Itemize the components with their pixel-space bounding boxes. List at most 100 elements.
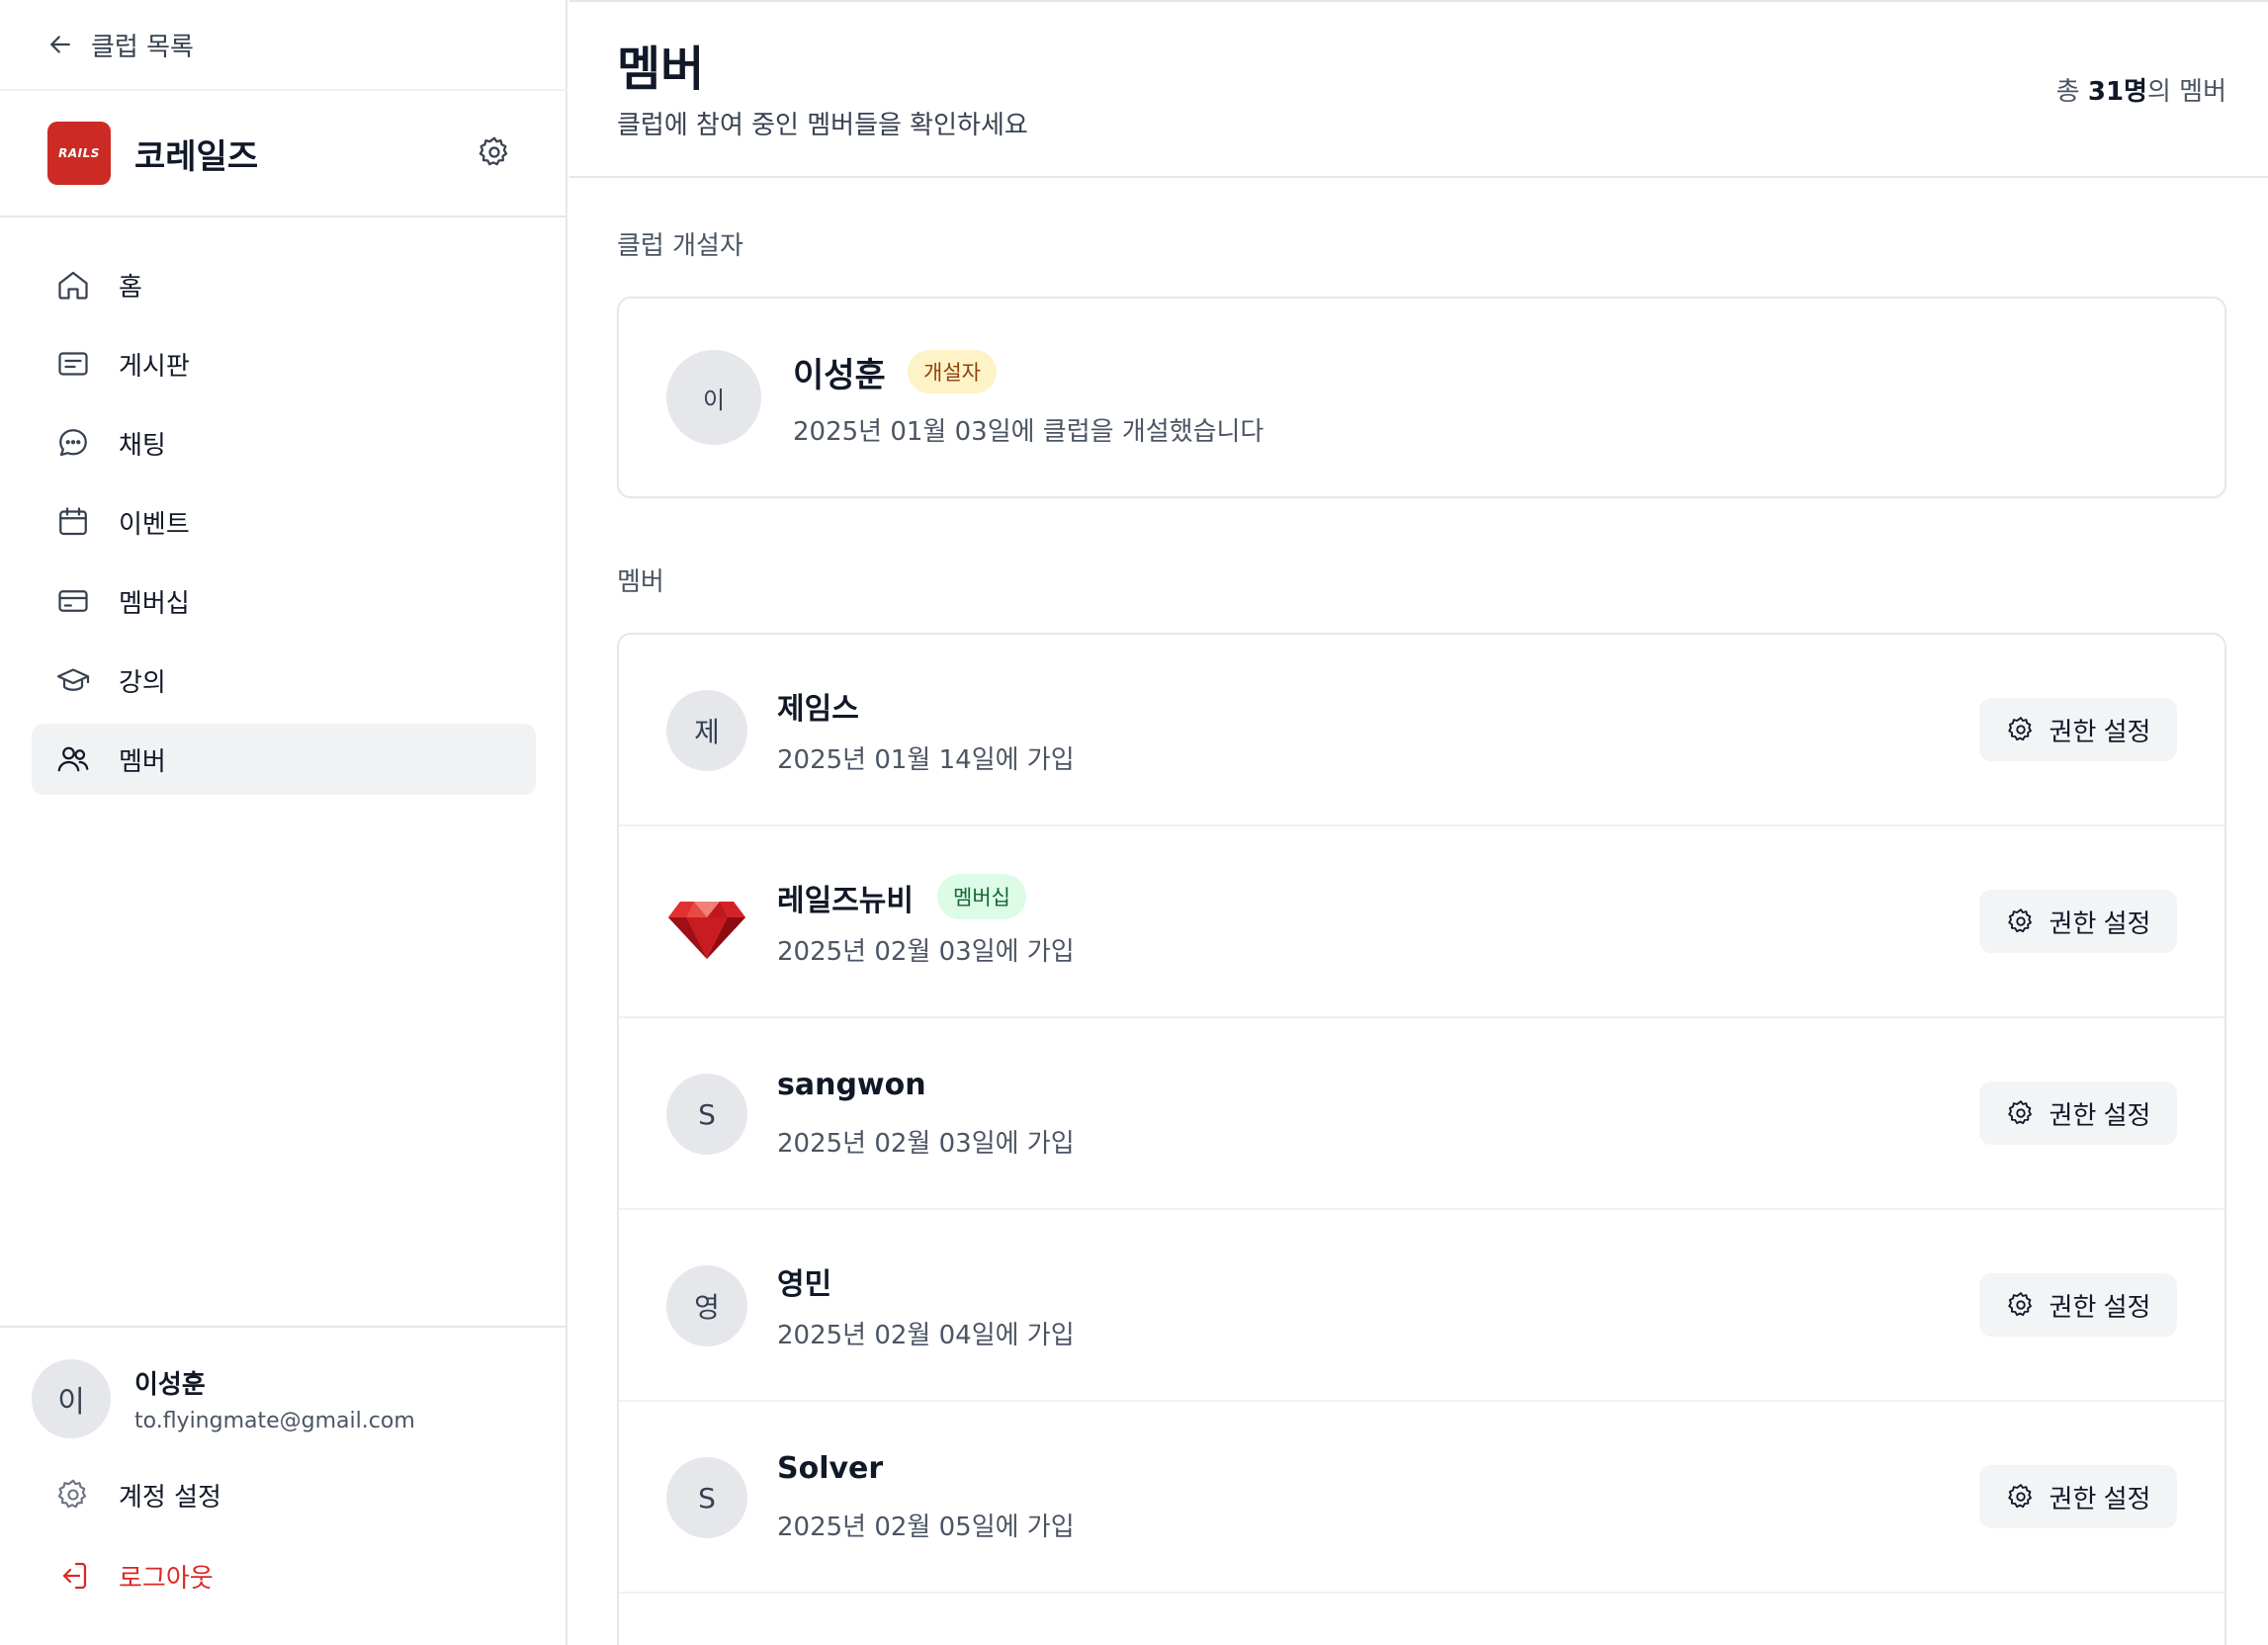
founder-card: 이 이성훈 개설자 2025년 01월 03일에 클럽을 개설했습니다 bbox=[617, 297, 2226, 498]
sidebar-item-label: 멤버십 bbox=[119, 588, 190, 619]
sidebar-item-label: 이벤트 bbox=[119, 509, 190, 540]
sidebar-item-label: 게시판 bbox=[119, 351, 190, 382]
member-join-date: 2025년 02월 05일에 가입 bbox=[777, 1513, 1075, 1542]
back-link-label: 클럽 목록 bbox=[91, 32, 194, 62]
club-name: 코레일즈 bbox=[134, 136, 259, 177]
list-item: 레일즈뉴비 멤버십 2025년 02월 03일에 가입 권한 설정 bbox=[619, 826, 2224, 1018]
gear-icon bbox=[2007, 1292, 2032, 1317]
permission-settings-label: 권한 설정 bbox=[2049, 1099, 2151, 1130]
club-settings-gear-icon[interactable] bbox=[477, 134, 512, 170]
permission-settings-label: 권한 설정 bbox=[2049, 716, 2151, 746]
avatar: S bbox=[666, 1074, 747, 1155]
sidebar-item-home[interactable]: 홈 bbox=[32, 249, 536, 320]
sidebar-item-courses[interactable]: 강의 bbox=[32, 645, 536, 716]
account-settings-label: 계정 설정 bbox=[119, 1482, 221, 1513]
gear-icon bbox=[2007, 717, 2032, 741]
member-list: 제 제임스 2025년 01월 14일에 가입 권한 설정 레일즈뉴비 멤버십 … bbox=[617, 633, 2226, 1645]
member-join-date: 2025년 02월 03일에 가입 bbox=[777, 1129, 1075, 1159]
logout-link[interactable]: 로그아웃 bbox=[55, 1552, 214, 1600]
club-logo[interactable]: RAILS bbox=[47, 122, 111, 185]
graduation-cap-icon bbox=[56, 668, 90, 691]
sidebar-item-label: 홈 bbox=[119, 272, 142, 303]
founder-badge: 개설자 bbox=[908, 350, 997, 393]
founder-name: 이성훈 bbox=[793, 356, 886, 395]
logout-label: 로그아웃 bbox=[119, 1563, 214, 1594]
divider bbox=[569, 0, 2268, 2]
avatar: 이 bbox=[32, 1359, 111, 1438]
logout-icon bbox=[62, 1562, 87, 1590]
club-logo-text: RAILS bbox=[58, 146, 100, 160]
users-icon bbox=[57, 746, 89, 772]
member-name: 레일즈뉴비 bbox=[777, 884, 914, 918]
back-to-club-list-link[interactable]: 클럽 목록 bbox=[45, 22, 194, 67]
gear-icon bbox=[57, 1479, 87, 1509]
gear-icon bbox=[2007, 1100, 2032, 1125]
list-item: 제 제임스 2025년 01월 14일에 가입 권한 설정 bbox=[619, 635, 2224, 826]
membership-badge: 멤버십 bbox=[937, 874, 1026, 919]
avatar bbox=[666, 882, 747, 963]
permission-settings-label: 권한 설정 bbox=[2049, 1291, 2151, 1322]
divider bbox=[0, 216, 567, 217]
member-total-count: 총 31명의 멤버 bbox=[2056, 71, 2226, 108]
permission-settings-button[interactable]: 권한 설정 bbox=[1979, 890, 2177, 953]
page-subtitle: 클럽에 참여 중인 멤버들을 확인하세요 bbox=[617, 111, 1028, 140]
sidebar-nav: 홈 게시판 채팅 이벤트 멤버십 강의 멤버 bbox=[32, 249, 536, 803]
account-settings-link[interactable]: 계정 설정 bbox=[55, 1471, 221, 1518]
member-join-date: 2025년 02월 04일에 가입 bbox=[777, 1321, 1075, 1350]
user-name: 이성훈 bbox=[134, 1370, 206, 1400]
club-header: RAILS 코레일즈 bbox=[47, 121, 512, 186]
list-item: S Solver 2025년 02월 05일에 가입 권한 설정 bbox=[619, 1402, 2224, 1594]
founder-date: 2025년 01월 03일에 클럽을 개설했습니다 bbox=[793, 417, 1265, 447]
sidebar-item-board[interactable]: 게시판 bbox=[32, 328, 536, 399]
permission-settings-button[interactable]: 권한 설정 bbox=[1979, 1082, 2177, 1145]
board-icon bbox=[58, 352, 88, 376]
member-name: sangwon bbox=[777, 1068, 926, 1102]
avatar: 이 bbox=[666, 350, 761, 445]
main-content: 멤버 클럽에 참여 중인 멤버들을 확인하세요 총 31명의 멤버 클럽 개설자… bbox=[569, 0, 2268, 1645]
calendar-icon bbox=[59, 507, 87, 536]
permission-settings-label: 권한 설정 bbox=[2049, 908, 2151, 938]
sidebar-item-label: 채팅 bbox=[119, 430, 166, 461]
sidebar-item-events[interactable]: 이벤트 bbox=[32, 486, 536, 558]
total-count-number: 31명 bbox=[2087, 77, 2147, 107]
gear-icon bbox=[2007, 909, 2032, 933]
total-prefix: 총 bbox=[2055, 77, 2088, 107]
permission-settings-button[interactable]: 권한 설정 bbox=[1979, 1273, 2177, 1337]
permission-settings-button[interactable]: 권한 설정 bbox=[1979, 1465, 2177, 1528]
sidebar-item-label: 멤버 bbox=[119, 746, 166, 777]
credit-card-icon bbox=[58, 590, 88, 612]
divider bbox=[0, 1326, 567, 1328]
avatar: 영 bbox=[666, 1265, 747, 1346]
list-item: S sangwon 2025년 02월 03일에 가입 권한 설정 bbox=[619, 1018, 2224, 1210]
avatar: S bbox=[666, 1457, 747, 1538]
list-item: 영 영민 2025년 02월 04일에 가입 권한 설정 bbox=[619, 1210, 2224, 1402]
member-name: Solver bbox=[777, 1451, 884, 1486]
sidebar-item-chat[interactable]: 채팅 bbox=[32, 407, 536, 478]
sidebar-item-membership[interactable]: 멤버십 bbox=[32, 565, 536, 637]
ruby-gem-icon bbox=[668, 902, 745, 959]
sidebar: 클럽 목록 RAILS 코레일즈 홈 게시판 채팅 이벤트 멤버십 강의 멤버 … bbox=[0, 0, 567, 1645]
page-title: 멤버 bbox=[617, 42, 705, 97]
total-suffix: 의 멤버 bbox=[2146, 77, 2226, 107]
home-icon bbox=[58, 271, 88, 300]
member-name: 제임스 bbox=[777, 692, 859, 727]
member-join-date: 2025년 01월 14일에 가입 bbox=[777, 745, 1075, 775]
gear-icon bbox=[2007, 1484, 2032, 1509]
founder-section-label: 클럽 개설자 bbox=[617, 231, 743, 261]
permission-settings-button[interactable]: 권한 설정 bbox=[1979, 698, 2177, 761]
app: 클럽 목록 RAILS 코레일즈 홈 게시판 채팅 이벤트 멤버십 강의 멤버 … bbox=[0, 0, 2268, 1645]
chat-icon bbox=[59, 429, 87, 457]
current-user[interactable]: 이 이성훈 to.flyingmate@gmail.com bbox=[32, 1358, 415, 1439]
sidebar-item-members[interactable]: 멤버 bbox=[32, 724, 536, 795]
permission-settings-label: 권한 설정 bbox=[2049, 1483, 2151, 1514]
user-info: 이성훈 to.flyingmate@gmail.com bbox=[134, 1364, 415, 1433]
user-email: to.flyingmate@gmail.com bbox=[134, 1409, 415, 1433]
divider bbox=[569, 176, 2268, 178]
member-join-date: 2025년 02월 03일에 가입 bbox=[777, 937, 1075, 967]
sidebar-item-label: 강의 bbox=[119, 667, 166, 698]
avatar: 제 bbox=[666, 690, 747, 771]
divider bbox=[0, 89, 567, 91]
members-section-label: 멤버 bbox=[617, 567, 664, 597]
arrow-left-icon bbox=[50, 36, 70, 53]
member-name: 영민 bbox=[777, 1267, 832, 1302]
